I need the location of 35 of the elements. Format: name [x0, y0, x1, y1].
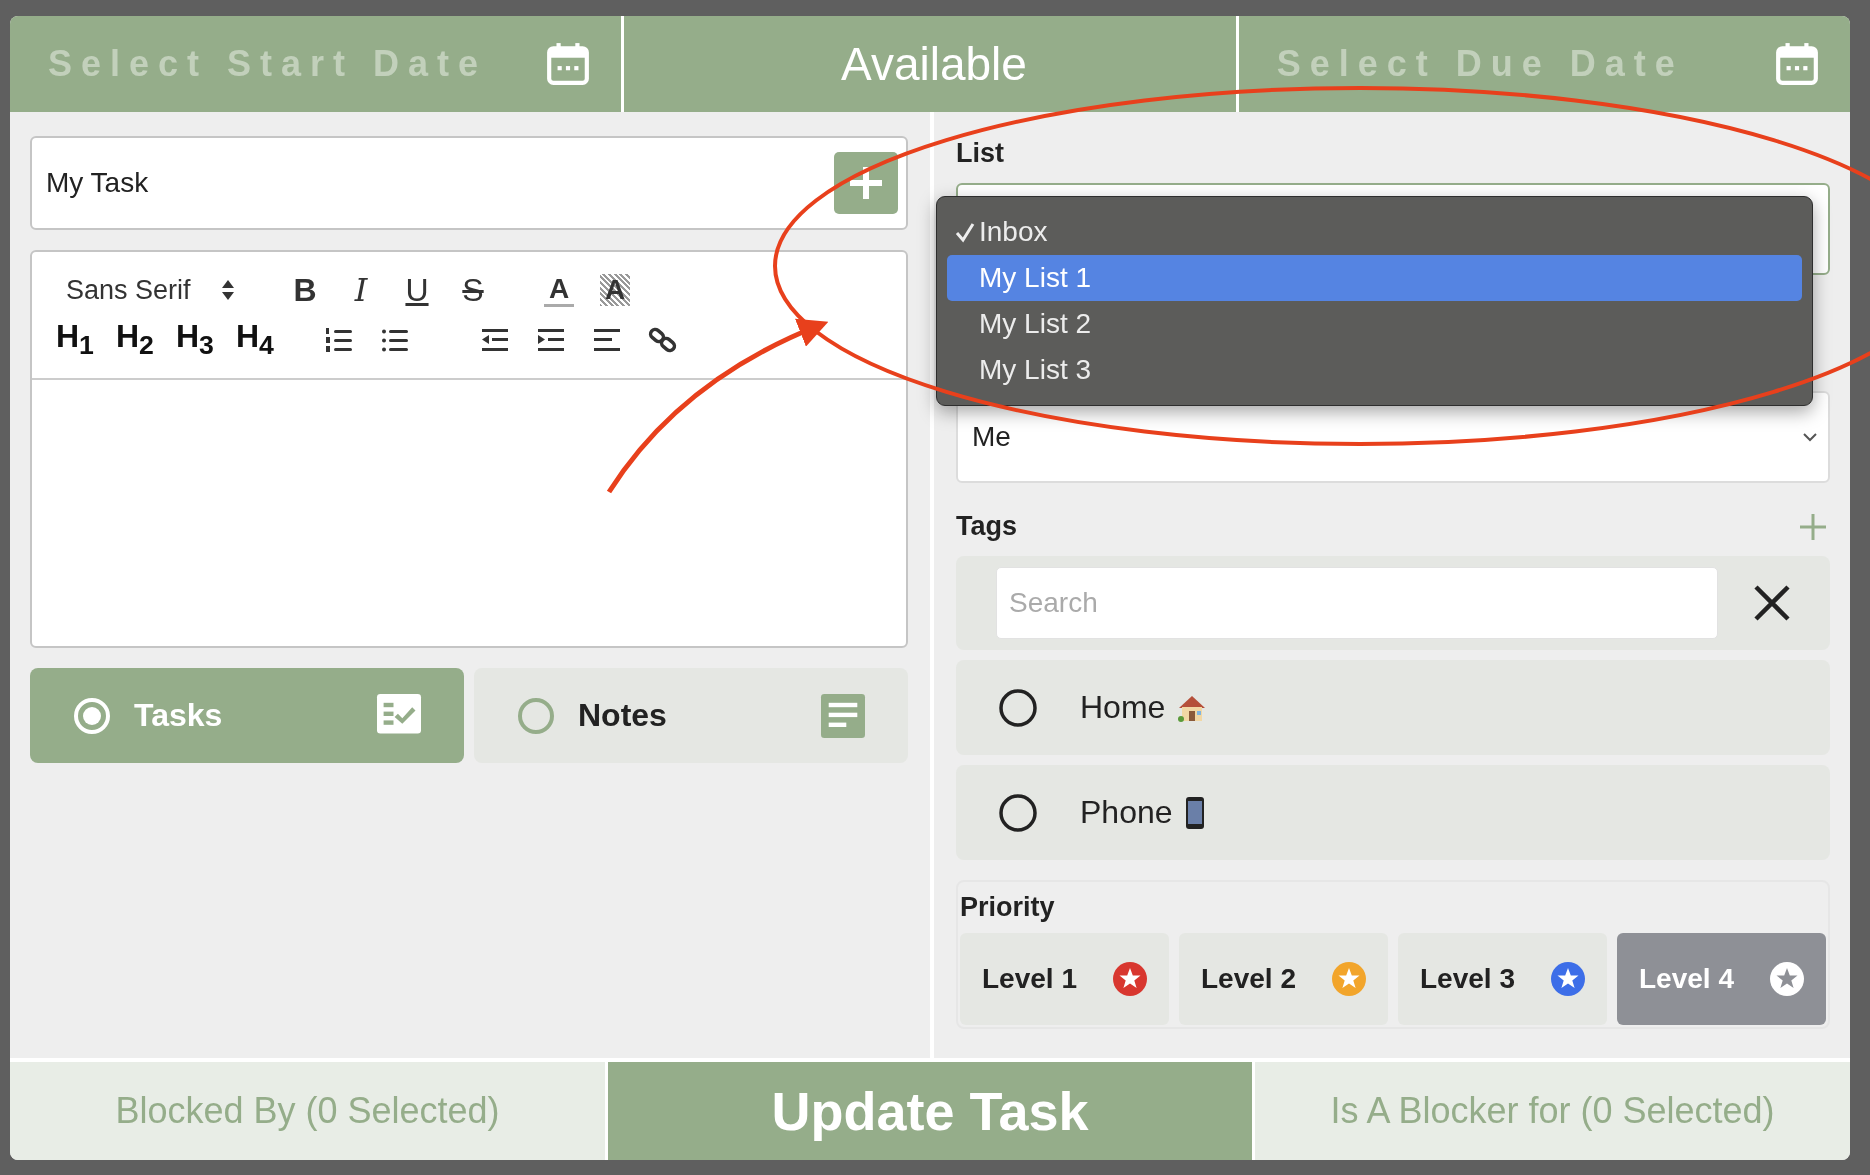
- priority-button[interactable]: Level 3: [1398, 933, 1607, 1025]
- tag-search-field[interactable]: Search: [996, 567, 1718, 639]
- priority-button[interactable]: Level 2: [1179, 933, 1388, 1025]
- add-button[interactable]: [834, 152, 898, 214]
- underline-button[interactable]: U: [402, 271, 432, 309]
- menu-item[interactable]: My List 3: [947, 347, 1802, 393]
- menu-item[interactable]: My List 2: [947, 301, 1802, 347]
- menu-item[interactable]: Inbox: [947, 209, 1802, 255]
- list-label: List: [956, 138, 1005, 169]
- bold-button[interactable]: B: [290, 271, 320, 309]
- text-color-button[interactable]: A: [544, 273, 574, 307]
- close-icon[interactable]: [1752, 583, 1792, 623]
- tag-option[interactable]: Home: [956, 660, 1830, 755]
- calendar-icon: [1774, 41, 1820, 87]
- tags-label: Tags: [956, 511, 1017, 542]
- type-option[interactable]: Notes: [474, 668, 908, 763]
- priority-label: Priority: [960, 892, 1056, 923]
- notes-icon: [820, 693, 866, 738]
- title-input[interactable]: My Task: [44, 166, 834, 200]
- calendar-icon: [545, 41, 592, 87]
- phone-icon: [1184, 796, 1205, 829]
- checkmark-icon: [955, 223, 975, 243]
- priority-button[interactable]: Level 1: [960, 933, 1169, 1025]
- radio-icon: [516, 695, 556, 736]
- chevron-down-icon: [1802, 432, 1818, 442]
- updown-icon: [220, 278, 235, 302]
- ordered-list-icon[interactable]: [324, 325, 354, 355]
- menu-item[interactable]: My List 1: [947, 255, 1802, 301]
- radio-icon: [72, 695, 112, 736]
- tag-option[interactable]: Phone: [956, 765, 1830, 860]
- font-select[interactable]: Sans Serif: [56, 274, 254, 306]
- italic-button[interactable]: I: [346, 271, 376, 309]
- strike-button[interactable]: S: [458, 271, 488, 309]
- link-icon[interactable]: [648, 325, 678, 355]
- title-field[interactable]: My Task: [30, 136, 908, 230]
